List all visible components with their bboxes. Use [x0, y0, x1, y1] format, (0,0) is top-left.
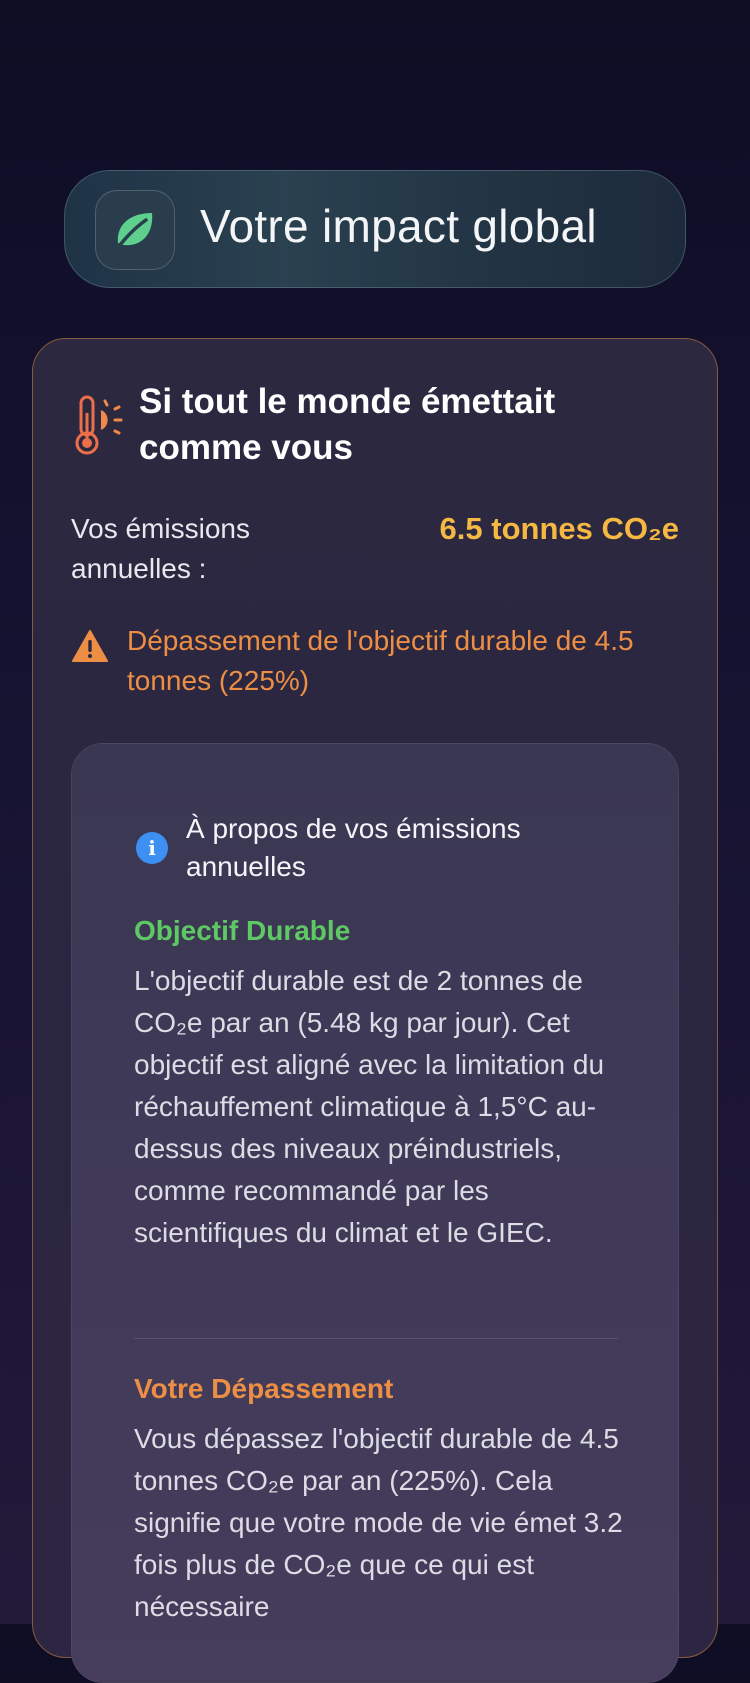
divider	[134, 1338, 618, 1339]
page-title: Votre impact global	[200, 200, 597, 252]
warning-text: Dépassement de l'objectif durable de 4.5…	[127, 625, 634, 696]
header-bar: Votre impact global	[64, 170, 686, 288]
section-heading-depassement: Votre Dépassement	[134, 1373, 394, 1404]
emissions-value: 6.5 tonnes CO₂e	[439, 511, 679, 546]
section-heading-objectif: Objectif Durable	[134, 915, 351, 946]
section-body-objectif: L'objectif durable est de 2 tonnes de CO…	[134, 965, 605, 1248]
card-title: Si tout le monde émettait comme vous	[139, 382, 556, 467]
impact-card: Si tout le monde émettait comme vous Vos…	[32, 338, 718, 1683]
info-title: À propos de vos émissions annuelles	[186, 813, 521, 882]
info-icon: i	[136, 832, 168, 864]
leaf-icon	[95, 190, 175, 270]
warning-icon	[71, 629, 109, 663]
thermometer-sun-icon	[75, 391, 125, 461]
section-body-depassement: Vous dépassez l'objectif durable de 4.5 …	[134, 1423, 623, 1622]
info-panel: i À propos de vos émissions annuelles Ob…	[71, 743, 679, 1683]
emissions-label: Vos émissions annuelles :	[71, 513, 250, 584]
